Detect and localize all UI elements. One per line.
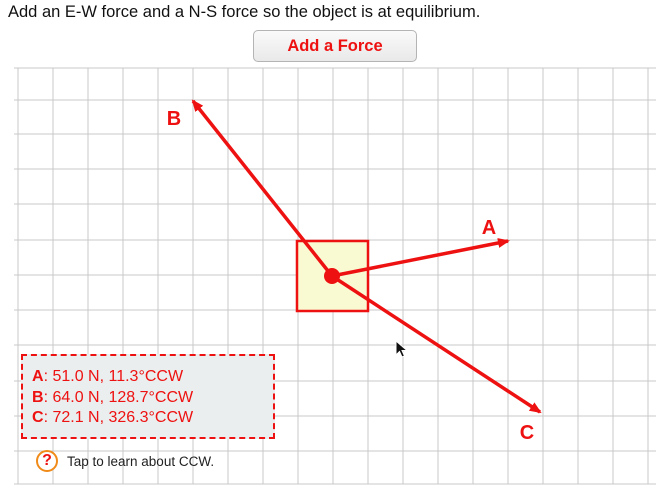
force-label-b: B: [167, 108, 181, 130]
help-link[interactable]: ? Tap to learn about CCW.: [36, 450, 214, 472]
mouse-pointer-icon: [395, 340, 409, 358]
legend-key-b: B: [32, 388, 44, 406]
legend-key-a: A: [32, 368, 44, 385]
legend-row-c: C: 72.1 N, 326.3°CCW: [32, 408, 273, 429]
force-equilibrium-activity: Add an E-W force and a N-S force so the …: [0, 0, 659, 490]
legend-row-b: B: 64.0 N, 128.7°CCW: [32, 388, 273, 409]
legend-key-c: C: [32, 409, 44, 426]
legend-values-a: : 51.0 N, 11.3°CCW: [43, 368, 184, 385]
question-icon[interactable]: ?: [36, 450, 58, 472]
force-legend: A: 51.0 N, 11.3°CCW B: 64.0 N, 128.7°CCW…: [21, 354, 275, 439]
legend-values-c: : 72.1 N, 326.3°CCW: [43, 409, 194, 426]
force-arrow-c[interactable]: [331, 274, 542, 414]
legend-row-a: A: 51.0 N, 11.3°CCW: [32, 367, 273, 388]
object-center-dot: [324, 268, 340, 284]
force-label-c: C: [520, 422, 534, 444]
help-text[interactable]: Tap to learn about CCW.: [67, 454, 214, 469]
legend-values-b: : 64.0 N, 128.7°CCW: [43, 388, 194, 406]
force-label-a: A: [482, 217, 496, 239]
